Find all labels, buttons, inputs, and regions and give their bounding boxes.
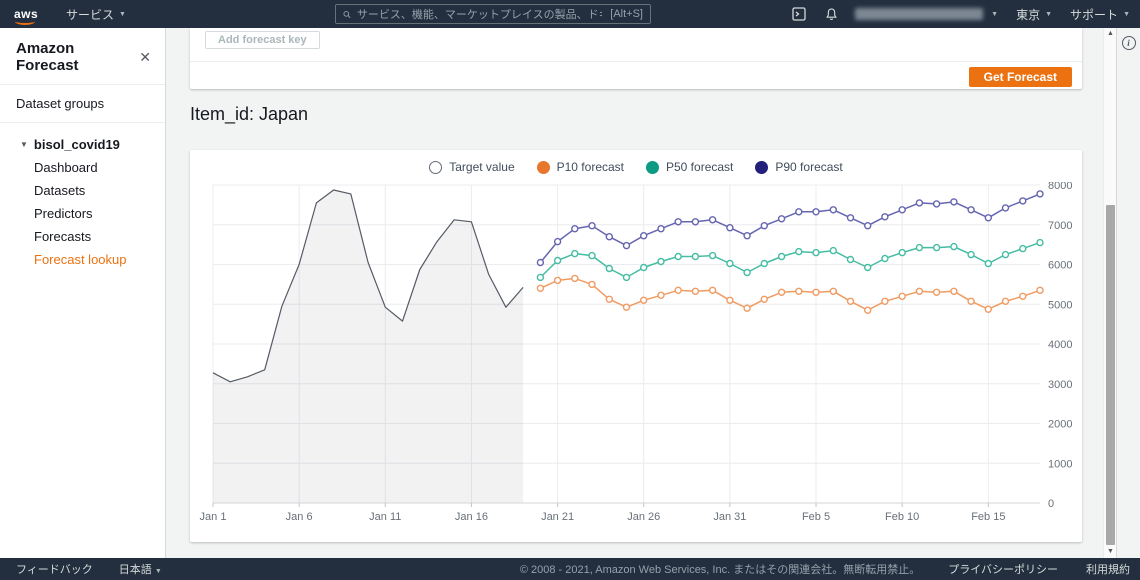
- region-label: 東京: [1016, 6, 1040, 23]
- account-menu[interactable]: ▼: [855, 8, 998, 20]
- chevron-down-icon: ▼: [119, 11, 126, 18]
- svg-text:1000: 1000: [1048, 458, 1072, 470]
- svg-text:Jan 1: Jan 1: [200, 511, 227, 523]
- legend-label: P90 forecast: [775, 160, 842, 174]
- legend-swatch-target: [429, 161, 442, 174]
- privacy-policy-link[interactable]: プライバシーポリシー: [948, 561, 1058, 577]
- svg-text:Feb 10: Feb 10: [885, 511, 919, 523]
- svg-text:Jan 31: Jan 31: [713, 511, 746, 523]
- main-content-area: Add forecast key Get Forecast Item_id: J…: [167, 28, 1103, 558]
- forecast-lookup-form-card: Add forecast key Get Forecast: [190, 28, 1082, 89]
- svg-text:Jan 11: Jan 11: [369, 511, 401, 523]
- legend-item-p90[interactable]: P90 forecast: [755, 160, 842, 174]
- legend-label: P50 forecast: [666, 160, 733, 174]
- help-panel-rail: i: [1116, 28, 1140, 558]
- legend-swatch-p50: [646, 161, 659, 174]
- chevron-down-icon: ▼: [1123, 11, 1130, 18]
- sidebar-item-forecasts[interactable]: Forecasts: [0, 225, 165, 248]
- legend-swatch-p10: [537, 161, 550, 174]
- sidebar-item-forecast-lookup[interactable]: Forecast lookup: [0, 248, 165, 271]
- search-magnifier-icon: [343, 9, 351, 20]
- cloudshell-terminal-icon[interactable]: [791, 6, 807, 22]
- search-shortcut-hint: [Alt+S]: [610, 8, 643, 20]
- top-navigation-bar: aws サービス ▼ サービス、機能、マーケットプレイスの製品、ドキュメントを検…: [0, 0, 1140, 28]
- sidebar-item-predictors[interactable]: Predictors: [0, 202, 165, 225]
- close-icon[interactable]: ✕: [139, 50, 151, 64]
- search-placeholder: サービス、機能、マーケットプレイスの製品、ドキュメントを検索し: [357, 6, 602, 22]
- svg-text:Jan 21: Jan 21: [541, 511, 574, 523]
- svg-text:8000: 8000: [1048, 182, 1072, 192]
- legend-label: P10 forecast: [557, 160, 624, 174]
- chart-legend: Target value P10 forecast P50 forecast P…: [190, 160, 1082, 174]
- chevron-down-icon: ▼: [991, 11, 998, 18]
- sidebar-title: Amazon Forecast: [16, 40, 139, 74]
- sidebar-group-label: bisol_covid19: [34, 137, 120, 152]
- svg-text:3000: 3000: [1048, 379, 1072, 391]
- language-label: 日本語: [119, 564, 152, 576]
- sidebar-group-bisol-covid19[interactable]: ▼ bisol_covid19: [0, 133, 165, 156]
- svg-text:6000: 6000: [1048, 260, 1072, 272]
- tree-expand-icon: ▼: [20, 140, 28, 149]
- support-menu-label: サポート: [1070, 6, 1118, 23]
- sidebar-item-dashboard[interactable]: Dashboard: [0, 156, 165, 179]
- svg-text:2000: 2000: [1048, 419, 1072, 431]
- legend-item-p10[interactable]: P10 forecast: [537, 160, 624, 174]
- side-navigation-panel: Amazon Forecast ✕ Dataset groups ▼ bisol…: [0, 28, 166, 558]
- services-menu-label: サービス: [66, 6, 114, 23]
- sidebar-item-dataset-groups[interactable]: Dataset groups: [0, 85, 165, 123]
- console-footer: フィードバック 日本語 ▼ © 2008 - 2021, Amazon Web …: [0, 558, 1140, 580]
- support-menu[interactable]: サポート ▼: [1070, 6, 1130, 23]
- card-divider: [190, 61, 1082, 62]
- svg-text:0: 0: [1048, 498, 1054, 510]
- legend-item-target-value[interactable]: Target value: [429, 160, 514, 174]
- aws-logo-smile: [15, 18, 35, 25]
- forecast-chart-card: Target value P10 forecast P50 forecast P…: [190, 150, 1082, 542]
- chevron-down-icon: ▼: [1045, 11, 1052, 18]
- feedback-link[interactable]: フィードバック: [16, 561, 93, 577]
- svg-text:5000: 5000: [1048, 299, 1072, 311]
- add-forecast-key-button[interactable]: Add forecast key: [205, 31, 320, 49]
- account-name-redacted: [855, 8, 983, 20]
- legend-label: Target value: [449, 160, 514, 174]
- aws-logo[interactable]: aws: [14, 5, 44, 23]
- svg-text:Jan 6: Jan 6: [286, 511, 313, 523]
- forecast-line-chart[interactable]: Jan 1 Jan 6 Jan 11 Jan 16 Jan 21 Jan 26 Jan 31…: [190, 182, 1082, 527]
- svg-text:Jan 16: Jan 16: [455, 511, 488, 523]
- services-menu[interactable]: サービス ▼: [66, 6, 126, 23]
- info-icon[interactable]: i: [1122, 36, 1136, 50]
- page-title: Item_id: Japan: [190, 104, 308, 125]
- region-selector[interactable]: 東京 ▼: [1016, 6, 1052, 23]
- copyright-text: © 2008 - 2021, Amazon Web Services, Inc.…: [520, 561, 920, 577]
- svg-text:Feb 15: Feb 15: [971, 511, 1005, 523]
- svg-text:4000: 4000: [1048, 339, 1072, 351]
- svg-text:7000: 7000: [1048, 220, 1072, 232]
- chevron-down-icon: ▼: [155, 568, 162, 575]
- sidebar-item-datasets[interactable]: Datasets: [0, 179, 165, 202]
- svg-text:Jan 26: Jan 26: [627, 511, 660, 523]
- global-search-input[interactable]: サービス、機能、マーケットプレイスの製品、ドキュメントを検索し [Alt+S]: [335, 4, 651, 24]
- legend-swatch-p90: [755, 161, 768, 174]
- terms-of-use-link[interactable]: 利用規約: [1086, 561, 1130, 577]
- notifications-bell-icon[interactable]: [823, 6, 839, 22]
- get-forecast-button[interactable]: Get Forecast: [969, 67, 1072, 87]
- forecast-chart-svg: Jan 1 Jan 6 Jan 11 Jan 16 Jan 21 Jan 26 Jan 31…: [190, 182, 1082, 527]
- svg-text:Feb 5: Feb 5: [802, 511, 830, 523]
- vertical-scrollbar[interactable]: ▲ ▼: [1103, 28, 1116, 558]
- language-selector[interactable]: 日本語 ▼: [119, 561, 162, 577]
- scrollbar-thumb[interactable]: [1106, 205, 1115, 545]
- legend-item-p50[interactable]: P50 forecast: [646, 160, 733, 174]
